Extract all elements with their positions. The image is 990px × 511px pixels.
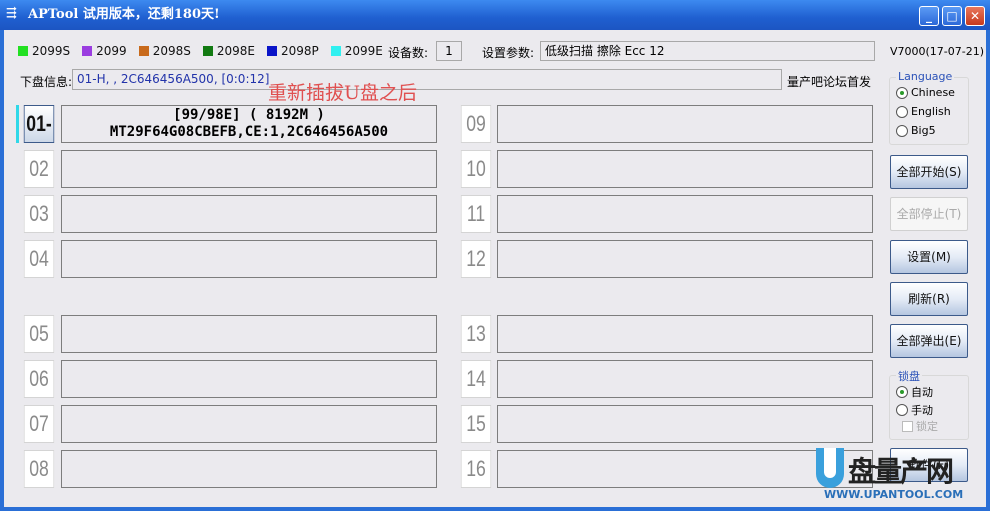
- eject-all-button[interactable]: 全部弹出(E): [890, 324, 968, 358]
- slot-status-box: [497, 405, 873, 443]
- minimize-button[interactable]: _: [919, 6, 939, 26]
- checkbox-label: 锁定: [916, 420, 938, 433]
- active-indicator: [16, 105, 19, 143]
- radio-circle[interactable]: [896, 404, 908, 416]
- settings-params-label: 设置参数:: [482, 46, 535, 60]
- slot-status-box: [497, 360, 873, 398]
- logo-u-inner: [824, 448, 836, 478]
- slot-status-box: [61, 360, 437, 398]
- info-label: 下盘信息:: [20, 75, 73, 89]
- slot-status-box: [497, 105, 873, 143]
- start-all-button[interactable]: 全部开始(S): [890, 155, 968, 189]
- radio-label: English: [911, 105, 951, 118]
- legend-swatch: [18, 46, 28, 56]
- version-label: V7000(17-07-21): [890, 45, 985, 58]
- lock-title: 锁盘: [896, 368, 922, 384]
- slot-number[interactable]: 16: [460, 450, 492, 488]
- slot-status-box: [61, 405, 437, 443]
- annotation-text: 重新插拔U盘之后: [268, 82, 418, 104]
- slot-number[interactable]: 08: [23, 450, 55, 488]
- stop-all-button[interactable]: 全部停止(T): [890, 197, 968, 231]
- slot-number[interactable]: 02: [23, 150, 55, 188]
- slot-status-box: [61, 315, 437, 353]
- legend-swatch: [138, 46, 149, 56]
- legend-swatch: [202, 46, 213, 56]
- lock-checkbox[interactable]: 锁定: [902, 418, 938, 434]
- slot-number[interactable]: 06: [23, 360, 55, 398]
- usb-icon: ⇶: [6, 6, 17, 21]
- slot-number[interactable]: 11: [460, 195, 492, 233]
- legend-label: 2098P: [280, 44, 319, 58]
- slot-number[interactable]: 12: [460, 240, 492, 278]
- legend-swatch: [82, 46, 93, 56]
- close-button[interactable]: ✕: [965, 6, 985, 26]
- legend-swatch: [266, 46, 277, 56]
- slot-number[interactable]: 04: [23, 240, 55, 278]
- radio-auto[interactable]: 自动: [896, 384, 933, 400]
- radio-english[interactable]: English: [896, 105, 951, 118]
- slot-number[interactable]: 09: [460, 105, 492, 143]
- radio-label: Chinese: [911, 86, 955, 99]
- legend-label: 2099: [96, 44, 127, 58]
- slot-status-box: [497, 240, 873, 278]
- radio-big5[interactable]: Big5: [896, 124, 936, 137]
- radio-label: 手动: [911, 404, 933, 417]
- chip-legend: 2099S 2099 2098S 2098E 2098P 2099E: [18, 44, 383, 58]
- checkbox[interactable]: [902, 420, 913, 432]
- slot-line1: [99/98E] ( 8192M ): [173, 107, 325, 123]
- slot-number[interactable]: 05: [23, 315, 55, 353]
- slot-status-box: [61, 150, 437, 188]
- forum-label: 量产吧论坛首发: [787, 75, 872, 89]
- slot-status-box: [61, 450, 437, 488]
- language-group: Language Chinese English Big5: [889, 70, 969, 145]
- watermark-brand: 盘量产网: [848, 455, 954, 488]
- radio-circle[interactable]: [896, 124, 908, 137]
- slot-line2: MT29F64G08CBEFB,CE:1,2C646456A500: [109, 124, 389, 140]
- legend-swatch: [330, 46, 341, 56]
- maximize-button[interactable]: □: [942, 6, 962, 26]
- slot-number[interactable]: 10: [460, 150, 492, 188]
- radio-manual[interactable]: 手动: [896, 402, 933, 418]
- slot-number[interactable]: 13: [460, 315, 492, 353]
- device-count-value: 1: [436, 41, 462, 61]
- legend-label: 2098E: [216, 44, 255, 58]
- window-title: APTool 试用版本，还剩180天!: [28, 7, 220, 22]
- slot-status-box: [497, 150, 873, 188]
- slot-status-box: [61, 195, 437, 233]
- slot-status-box: [99/98E] ( 8192M ) MT29F64G08CBEFB,CE:1,2…: [61, 105, 437, 143]
- slot-status-box: [61, 240, 437, 278]
- slot-number[interactable]: 07: [23, 405, 55, 443]
- lock-group: 锁盘 自动 手动 锁定: [889, 368, 969, 440]
- radio-circle[interactable]: [896, 386, 908, 398]
- slot-number[interactable]: 03: [23, 195, 55, 233]
- device-count-label: 设备数:: [388, 46, 429, 60]
- legend-label: 2098S: [152, 44, 191, 58]
- legend-label: 2099E: [344, 44, 383, 58]
- radio-chinese[interactable]: Chinese: [896, 86, 955, 99]
- radio-circle[interactable]: [896, 86, 908, 99]
- slot-number[interactable]: 15: [460, 405, 492, 443]
- settings-button[interactable]: 设置(M): [890, 240, 968, 274]
- radio-label: 自动: [911, 386, 933, 399]
- language-title: Language: [896, 70, 955, 83]
- refresh-button[interactable]: 刷新(R): [890, 282, 968, 316]
- watermark-logo: 盘量产网 WWW.UPANTOOL.COM: [816, 448, 990, 508]
- title-bar: ⇶ APTool 试用版本，还剩180天! _ □ ✕: [0, 0, 990, 30]
- radio-label: Big5: [911, 124, 936, 137]
- watermark-url: WWW.UPANTOOL.COM: [824, 488, 964, 501]
- slot-status-box: [497, 195, 873, 233]
- settings-params-value: 低级扫描 擦除 Ecc 12: [540, 41, 875, 61]
- slot-number[interactable]: 01-H: [23, 105, 55, 172]
- slot-number[interactable]: 14: [460, 360, 492, 398]
- legend-label: 2099S: [32, 44, 71, 58]
- info-value: 01-H, , 2C646456A500, [0:0:12]: [72, 69, 782, 90]
- radio-circle[interactable]: [896, 105, 908, 118]
- slot-status-box: [497, 315, 873, 353]
